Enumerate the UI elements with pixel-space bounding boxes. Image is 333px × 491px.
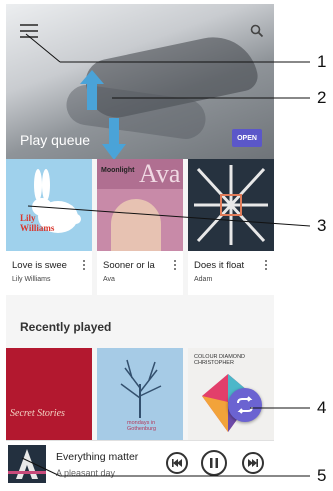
album-art-subtext: Moonlight [101, 167, 135, 174]
previous-icon[interactable] [166, 452, 188, 474]
header-artwork: Play queue OPEN [6, 4, 274, 159]
now-playing-subtitle: A pleasant day [56, 468, 116, 478]
album-art-text: Ava [139, 159, 181, 188]
more-options-icon[interactable] [173, 260, 177, 272]
album-art-text: Secret Stories [10, 408, 65, 419]
portrait-shape [111, 199, 161, 251]
queue-item-artist: Adam [194, 276, 213, 283]
album-art-text: mondays in Gothenburg [127, 420, 157, 432]
next-icon[interactable] [242, 452, 264, 474]
queue-item-artist: Ava [103, 276, 115, 283]
more-options-icon[interactable] [82, 260, 86, 272]
queue-item[interactable]: Lily Williams Love is swee Lily Williams [6, 159, 92, 295]
callout-number: 4 [317, 398, 327, 417]
pause-icon[interactable] [201, 450, 227, 476]
open-button[interactable]: OPEN [232, 129, 262, 147]
album-art: Moonlight Ava [97, 159, 183, 251]
queue-item[interactable]: Moonlight Ava Sooner or la Ava [97, 159, 183, 295]
play-queue-title: Play queue [20, 132, 91, 148]
recently-played-item[interactable]: mondays in Gothenburg [97, 348, 183, 440]
queue-item-artist: Lily Williams [12, 276, 51, 283]
music-app-screen: Play queue OPEN Lily Williams Love is sw… [6, 4, 274, 486]
queue-item-title: Love is swee [12, 260, 67, 271]
album-art [188, 159, 274, 251]
play-queue-list: Lily Williams Love is swee Lily Williams… [6, 159, 274, 295]
album-art-text: Lily Williams [20, 213, 55, 233]
recently-played-item[interactable]: Secret Stories [6, 348, 92, 440]
callout-number: 3 [317, 216, 327, 235]
queue-item[interactable]: Does it float Adam [188, 159, 274, 295]
menu-icon[interactable] [20, 24, 38, 38]
search-icon[interactable] [250, 24, 264, 38]
now-playing-art-graphic [8, 449, 46, 479]
now-playing-title: Everything matter [56, 451, 139, 463]
shuffle-glyph [237, 396, 253, 414]
callout-number: 2 [317, 88, 327, 107]
geometric-pattern [194, 165, 268, 245]
rabbit-illustration [32, 169, 81, 233]
queue-item-title: Does it float [194, 260, 245, 271]
more-options-icon[interactable] [264, 260, 268, 272]
mini-player[interactable]: Everything matter A pleasant day [6, 440, 274, 486]
queue-item-title: Sooner or la [103, 260, 155, 271]
shuffle-icon[interactable] [228, 388, 262, 422]
recently-played-title: Recently played [20, 320, 112, 334]
callout-number: 5 [317, 466, 327, 485]
album-art: Lily Williams [6, 159, 92, 251]
now-playing-art [8, 445, 46, 483]
callout-number: 1 [317, 52, 327, 71]
